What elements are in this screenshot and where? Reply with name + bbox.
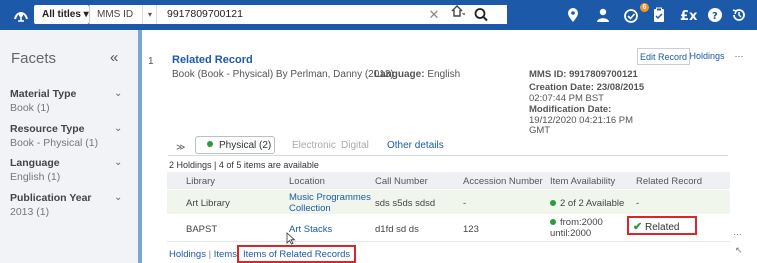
available-status-dot [550,219,556,225]
availability-text: 2 of 2 Available [560,198,625,209]
chevron-down-icon[interactable]: ⌄ [114,88,122,99]
facet-value[interactable]: English (1) [10,171,60,183]
resize-icon[interactable]: ↖ [735,245,743,256]
mms-id: MMS ID: 9917809700121 [529,69,638,80]
items-of-related-records-link[interactable]: Items of Related Records [243,249,350,260]
holdings-link[interactable]: Holdings [169,249,206,260]
footer-links: Holdings | Items [169,249,237,260]
availability-from: from:2000 [560,217,603,228]
location-link-line2[interactable]: Collection [289,203,331,214]
svg-text:?: ? [712,11,718,22]
tab-electronic[interactable]: Electronic [292,140,336,151]
column-header-related-record: Related Record [636,176,703,187]
cell-related: - [636,198,640,209]
facet-material-type[interactable]: Material Type [10,88,76,100]
collapse-panel-icon[interactable]: « [110,49,118,66]
result-row-number: 1 [148,56,154,67]
column-header-call-number: Call Number [375,176,428,187]
cell-accession: 123 [463,224,479,235]
related-record-link[interactable]: ✔ Related [633,220,679,233]
clipboard-icon[interactable] [651,7,667,23]
history-icon[interactable] [731,7,747,23]
cell-library: Art Library [186,198,230,209]
separator: | [208,249,212,260]
available-status-dot [550,200,556,206]
location-pin-icon[interactable] [565,7,581,23]
more-actions-button[interactable]: ··· [729,48,749,65]
column-header-accession-number: Accession Number [463,176,543,187]
tab-other-details[interactable]: Other details [387,140,444,151]
top-search-bar: All titles ▾ MMS ID ▾ 9917809700121 ✕ 6 … [0,0,757,30]
facet-resource-type[interactable]: Resource Type [10,123,85,135]
checkmark-icon: ✔ [633,221,643,233]
facet-language[interactable]: Language [10,157,60,169]
search-button[interactable] [470,5,493,24]
holdings-button[interactable]: Holdings [685,48,729,65]
facet-publication-year[interactable]: Publication Year [10,192,92,204]
cell-call-number: sds s5ds sdsd [375,198,436,209]
tab-physical[interactable]: Physical (2) [195,136,275,154]
function-fx-icon[interactable]: £x [679,7,698,24]
chevron-down-icon[interactable]: ▾ [142,5,157,24]
tabs-divider [168,155,728,156]
column-header-location: Location [289,176,325,187]
cell-availability: 2 of 2 Available [550,198,624,209]
record-subtitle: Book (Book - Physical) By Perlman, Danny… [172,69,394,80]
modification-timezone: GMT [529,125,551,136]
creation-time: 02:07:44 PM BST [529,93,604,104]
column-header-library: Library [186,176,216,187]
clear-search-icon[interactable]: ✕ [427,5,441,24]
record-title-link[interactable]: Related Record [172,54,253,66]
facets-panel: Facets « Material Type ⌄ Book (1) Resour… [0,30,142,263]
facet-value[interactable]: Book (1) [10,102,50,114]
tab-physical-label: Physical (2) [219,140,272,151]
notification-count-badge: 6 [640,3,649,12]
cell-library: BAPST [186,224,218,235]
availability-until: until:2000 [550,228,592,239]
column-header-item-availability: Item Availability [550,176,616,187]
edit-record-button[interactable]: Edit Record [637,48,690,65]
help-icon[interactable]: ? [707,7,723,23]
tab-digital[interactable]: Digital [341,140,369,151]
language-label: Language: [374,69,425,80]
facet-value[interactable]: Book - Physical (1) [10,137,98,149]
related-label: Related [645,222,680,233]
record-language: Language: English [374,69,460,80]
search-field-dropdown[interactable]: MMS ID [89,5,142,24]
search-scope-dropdown[interactable]: All titles ▾ [34,5,89,24]
user-icon[interactable] [595,7,611,23]
facets-title: Facets [11,50,57,67]
expand-icon[interactable]: ≫ [176,142,185,153]
table-row[interactable] [167,190,730,215]
holdings-summary: 2 Holdings | 4 of 5 items are available [169,160,319,170]
cell-call-number: d1fd sd ds [375,224,419,235]
tasks-icon[interactable] [622,7,638,23]
modification-label: Modification Date: [529,104,612,115]
language-value: English [427,69,461,80]
home-icon[interactable] [447,5,469,24]
svg-text:£x: £x [680,9,697,23]
cell-accession: - [463,198,467,209]
items-link[interactable]: Items [214,249,237,260]
chevron-down-icon[interactable]: ⌄ [114,157,122,168]
facet-value[interactable]: 2013 (1) [10,206,49,218]
alma-logo-icon[interactable] [13,7,29,23]
more-icon[interactable]: ··· [733,229,742,239]
chevron-down-icon[interactable]: ⌄ [114,192,122,203]
available-status-dot [207,141,213,147]
creation-date: Creation Date: 23/08/2015 [529,82,645,93]
cell-availability: from:2000 [550,217,603,228]
location-link[interactable]: Music Programmes [289,192,371,203]
chevron-down-icon[interactable]: ⌄ [114,123,122,134]
